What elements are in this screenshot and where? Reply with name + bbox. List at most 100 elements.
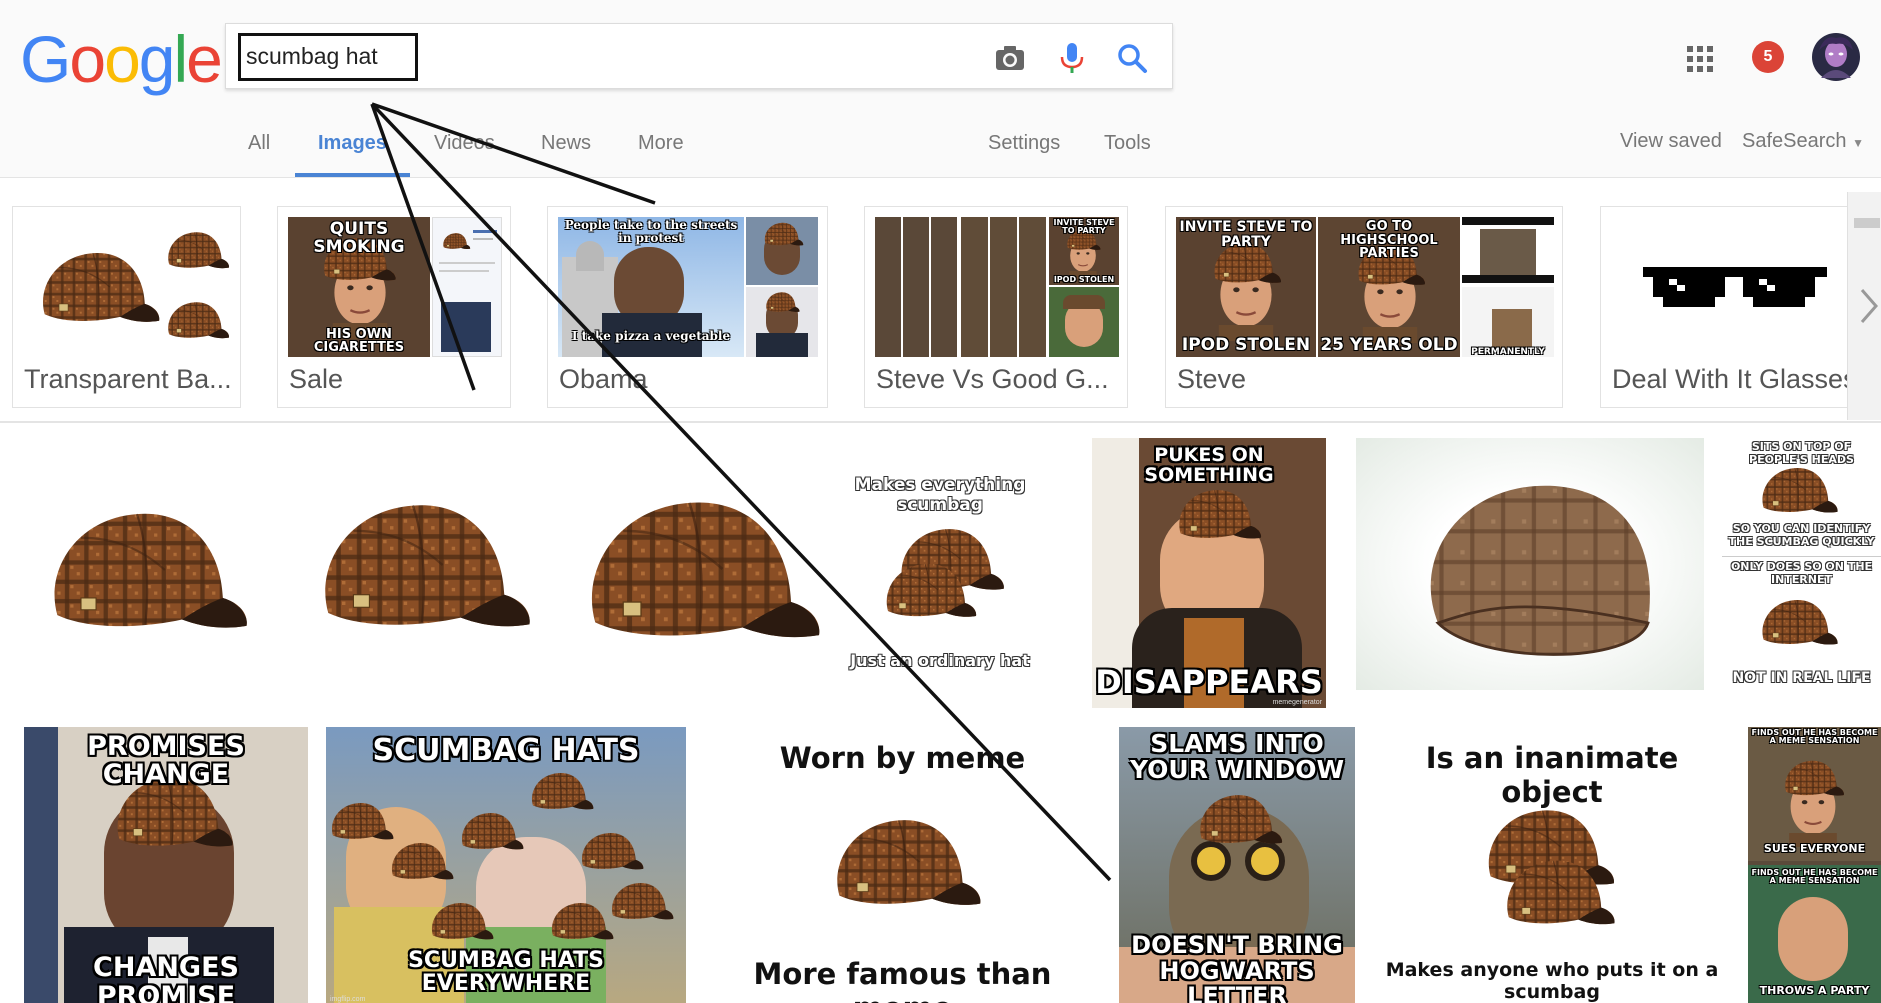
- chip-label: Deal With It Glasses Tr: [1612, 364, 1881, 395]
- scumbag-hat: [1762, 599, 1839, 645]
- image-caption-top: Makes everything scumbag: [854, 475, 1026, 515]
- meme-caption-top: FINDS OUT HE HAS BECOME A MEME SENSATION: [1751, 868, 1878, 886]
- scumbag-hat: [1178, 489, 1262, 539]
- image-caption-bottom: Just an ordinary hat: [850, 651, 1030, 670]
- safesearch-label: SafeSearch: [1742, 130, 1847, 152]
- thumb-caption-bottom: 25 YEARS OLD: [1320, 335, 1458, 356]
- related-chip-steve[interactable]: INVITE STEVE TO PARTY IPOD STOLEN GO TO …: [1165, 206, 1563, 408]
- result-image[interactable]: PROMISES CHANGE CHANGES PROMISE: [24, 727, 308, 1003]
- chip-thumbnail: [746, 217, 818, 285]
- scumbag-hat: [531, 772, 594, 810]
- chip-thumbnail: [42, 252, 160, 323]
- meme-caption-top: SLAMS INTO YOUR WINDOW: [1129, 729, 1345, 785]
- result-image[interactable]: [1356, 438, 1704, 690]
- tab-news[interactable]: News: [541, 132, 591, 155]
- camera-icon[interactable]: [992, 40, 1028, 76]
- scumbag-hat: [1784, 760, 1845, 796]
- result-image[interactable]: [572, 480, 827, 658]
- search-tabs: All Images Videos News More Settings Too…: [0, 118, 1881, 178]
- meme-caption-bottom: SUES EVERYONE: [1763, 842, 1866, 855]
- chip-thumbnail: [961, 217, 1047, 357]
- tab-more[interactable]: More: [638, 132, 684, 155]
- scumbag-hat: [1430, 485, 1650, 656]
- search-input[interactable]: [246, 36, 406, 76]
- scumbag-hat: [431, 902, 494, 940]
- scumbag-hat: [1762, 467, 1839, 513]
- chip-thumbnail: People take to the streets in protest I …: [558, 217, 744, 357]
- pixel-sunglasses: [1643, 267, 1827, 307]
- result-image[interactable]: [292, 485, 552, 645]
- tab-videos[interactable]: Videos: [434, 132, 495, 155]
- image-caption: NOT IN REAL LIFE: [1732, 670, 1871, 686]
- meme-caption-top: PROMISES CHANGE: [87, 731, 245, 791]
- meme-caption-top: PUKES ON SOMETHING: [1144, 444, 1274, 486]
- thumb-caption-top: QUITS SMOKING: [313, 219, 405, 257]
- meme-caption-bottom: DISAPPEARS: [1095, 663, 1323, 702]
- meme-caption-top: FINDS OUT HE HAS BECOME A MEME SENSATION: [1751, 728, 1878, 746]
- result-image[interactable]: [38, 490, 253, 650]
- related-chip-obama[interactable]: People take to the streets in protest I …: [547, 206, 828, 408]
- result-image[interactable]: PUKES ON SOMETHING DISAPPEARS memegenera…: [1092, 438, 1326, 708]
- meme-caption-bottom: DOESN'T BRING HOGWARTS LETTER: [1131, 931, 1343, 1003]
- logo-letter: o: [104, 22, 141, 96]
- tab-all[interactable]: All: [248, 132, 270, 155]
- thumb-caption-bottom: IPOD STOLEN: [1053, 274, 1115, 284]
- strip-scroll-next[interactable]: [1847, 192, 1881, 420]
- active-tab-indicator: [295, 173, 410, 177]
- chevron-down-icon: ▼: [1852, 136, 1864, 150]
- tab-images[interactable]: Images: [318, 132, 387, 155]
- scumbag-hat: [443, 232, 471, 250]
- chip-thumbnail: PERMANENTLY: [1462, 217, 1554, 357]
- logo-letter: e: [186, 22, 223, 96]
- meme-caption-top: SCUMBAG HATS: [372, 733, 640, 768]
- chip-thumbnail: [746, 287, 818, 357]
- chip-label: Steve: [1177, 364, 1247, 394]
- image-caption-top: Worn by meme: [779, 741, 1026, 775]
- chip-thumbnail: [167, 231, 230, 269]
- chip-label-text: Deal With It Glasses: [1612, 364, 1857, 394]
- settings-link[interactable]: Settings: [988, 132, 1060, 155]
- related-chip-transparent[interactable]: Transparent Ba...: [12, 206, 241, 408]
- thumb-caption-top: People take to the streets in protest: [564, 218, 738, 245]
- thumb-caption-bottom: PERMANENTLY: [1471, 346, 1545, 357]
- result-image[interactable]: SLAMS INTO YOUR WINDOW DOESN'T BRING HOG…: [1119, 727, 1355, 1003]
- result-image[interactable]: FINDS OUT HE HAS BECOME A MEME SENSATION…: [1748, 727, 1881, 1003]
- scumbag-hat: [611, 882, 674, 920]
- google-logo[interactable]: Google: [20, 22, 223, 96]
- meme-caption-bottom: CHANGES PROMISE: [93, 952, 239, 1003]
- view-saved-link[interactable]: View saved: [1620, 130, 1722, 153]
- scumbag-hat: [391, 842, 454, 880]
- scumbag-hat: [886, 563, 977, 618]
- result-image[interactable]: SCUMBAG HATS SCUMBAG HATS EVERYWHERE img…: [326, 727, 686, 1003]
- watermark: memegenerator: [1272, 699, 1322, 706]
- image-caption: ONLY DOES SO ON THE INTERNET: [1730, 560, 1873, 586]
- result-image[interactable]: Makes everything scumbag Just an ordinar…: [845, 465, 1035, 680]
- tools-link[interactable]: Tools: [1104, 132, 1151, 155]
- result-image[interactable]: SITS ON TOP OF PEOPLE'S HEADS SO YOU CAN…: [1722, 438, 1881, 696]
- microphone-icon[interactable]: [1054, 40, 1090, 76]
- notifications-badge[interactable]: 5: [1752, 41, 1784, 73]
- thumb-caption-top: GO TO HIGHSCHOOL PARTIES: [1340, 219, 1438, 262]
- chip-thumbnail: INVITE STEVE TO PARTY IPOD STOLEN: [1049, 217, 1119, 285]
- thumb-caption-top: INVITE STEVE TO PARTY: [1053, 218, 1115, 236]
- related-chip-steve-vs-good-guy[interactable]: INVITE STEVE TO PARTY IPOD STOLEN Steve …: [864, 206, 1128, 408]
- logo-letter: l: [173, 22, 189, 96]
- related-chip-deal-with-it-glasses[interactable]: Deal With It Glasses Tr: [1600, 206, 1881, 408]
- header: Google scumbag hat 5 All Images Videos N…: [0, 0, 1881, 178]
- notification-count: 5: [1763, 48, 1773, 65]
- safesearch-dropdown[interactable]: SafeSearch ▼: [1742, 130, 1864, 153]
- search-box[interactable]: [225, 23, 1173, 89]
- meme-caption-bottom: SCUMBAG HATS EVERYWHERE: [408, 947, 604, 996]
- search-icon[interactable]: [1114, 40, 1150, 76]
- scumbag-hat: [836, 819, 982, 906]
- apps-grid-icon[interactable]: [1687, 46, 1713, 72]
- result-image[interactable]: Worn by meme More famous than meme: [725, 727, 1080, 1003]
- result-image[interactable]: Is an inanimate object Makes anyone who …: [1378, 727, 1726, 1003]
- account-avatar[interactable]: [1811, 32, 1861, 82]
- scumbag-hat: [1199, 794, 1283, 845]
- meme-caption-bottom: THROWS A PARTY: [1759, 984, 1870, 997]
- related-chip-sale[interactable]: QUITS SMOKING HIS OWN CIGARETTES Sale: [277, 206, 511, 408]
- logo-letter: g: [138, 22, 176, 96]
- chip-thumbnail: [432, 217, 502, 357]
- image-caption: SO YOU CAN IDENTIFY THE SCUMBAG QUICKLY: [1728, 522, 1875, 548]
